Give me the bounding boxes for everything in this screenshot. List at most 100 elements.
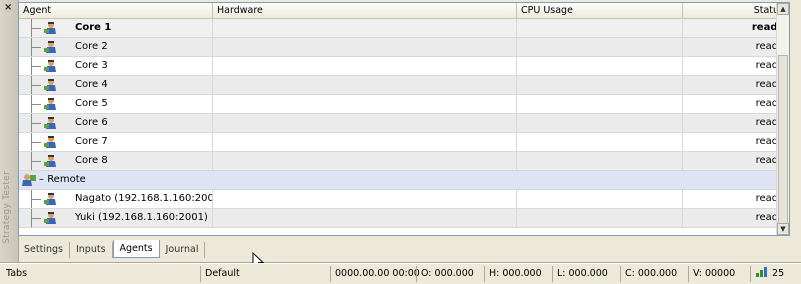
agent-icon bbox=[43, 135, 57, 149]
agent-icon bbox=[43, 78, 57, 92]
agent-icon bbox=[43, 154, 57, 168]
agent-cell: Core 6 bbox=[19, 114, 213, 132]
status-cell: ready bbox=[683, 133, 789, 151]
tab-settings[interactable]: Settings bbox=[18, 242, 70, 258]
connection-value: 25 bbox=[772, 268, 785, 279]
agent-name: Core 3 bbox=[75, 60, 108, 71]
column-header-cpu-usage[interactable]: CPU Usage bbox=[517, 3, 683, 18]
agent-name: Core 8 bbox=[75, 155, 108, 166]
hardware-cell bbox=[213, 190, 517, 208]
hardware-cell bbox=[213, 38, 517, 56]
agent-row[interactable]: Core 1 ready bbox=[19, 19, 789, 38]
hardware-cell bbox=[213, 152, 517, 170]
hardware-cell bbox=[213, 133, 517, 151]
agent-cell: Core 2 bbox=[19, 38, 213, 56]
agent-name: Nagato (192.168.1.160:2000) bbox=[75, 193, 213, 204]
agent-row[interactable]: Core 5 ready bbox=[19, 95, 789, 114]
agent-name: Core 7 bbox=[75, 136, 108, 147]
agent-cell: Nagato (192.168.1.160:2000) bbox=[19, 190, 213, 208]
status-connection: 25 bbox=[750, 266, 800, 282]
agent-name: Yuki (192.168.1.160:2001) bbox=[75, 212, 208, 223]
status-cell: ready bbox=[683, 38, 789, 56]
agent-row[interactable]: Core 4 ready bbox=[19, 76, 789, 95]
collapse-icon[interactable]: – bbox=[39, 174, 44, 185]
status-cell: ready bbox=[683, 76, 789, 94]
agent-row[interactable]: Core 7 ready bbox=[19, 133, 789, 152]
group-label: Remote bbox=[47, 174, 86, 185]
status-cell: ready bbox=[683, 152, 789, 170]
status-left: Tabs bbox=[6, 268, 28, 279]
group-name: – Remote bbox=[39, 171, 86, 189]
agent-icon bbox=[43, 97, 57, 111]
agent-icon bbox=[43, 192, 57, 206]
agent-name: Core 5 bbox=[75, 98, 108, 109]
status-cell: ready bbox=[683, 190, 789, 208]
hardware-cell bbox=[213, 95, 517, 113]
remote-group-icon bbox=[21, 173, 37, 187]
column-header-status[interactable]: Status bbox=[683, 3, 789, 18]
status-bar: Tabs Default 0000.00.00 00:00 O: 000.000… bbox=[0, 263, 801, 284]
group-row-remote[interactable]: – Remote bbox=[19, 171, 789, 190]
agent-cell: Core 4 bbox=[19, 76, 213, 94]
connection-icon bbox=[756, 267, 767, 277]
status-cell: ready bbox=[683, 95, 789, 113]
tab-journal[interactable]: Journal bbox=[160, 242, 206, 258]
strategy-tester-panel: × Strategy Tester Agent Hardware CPU Usa… bbox=[0, 0, 801, 263]
scrollbar-thumb[interactable] bbox=[778, 55, 788, 225]
agent-name: Core 1 bbox=[75, 22, 112, 33]
remote-agent-row[interactable]: Nagato (192.168.1.160:2000) ready bbox=[19, 190, 789, 209]
agent-cell: Core 3 bbox=[19, 57, 213, 75]
agent-name: Core 4 bbox=[75, 79, 108, 90]
cpu-usage-cell bbox=[517, 95, 683, 113]
vertical-scrollbar[interactable]: ▲ ▼ bbox=[776, 3, 789, 235]
agent-cell: Core 5 bbox=[19, 95, 213, 113]
status-high: H: 000.000 bbox=[484, 266, 550, 282]
agent-icon bbox=[43, 116, 57, 130]
remote-agent-row[interactable]: Yuki (192.168.1.160:2001) ready bbox=[19, 209, 789, 228]
cpu-usage-cell bbox=[517, 19, 683, 37]
cpu-usage-cell bbox=[517, 76, 683, 94]
hardware-cell bbox=[213, 57, 517, 75]
cpu-usage-cell bbox=[517, 190, 683, 208]
cpu-usage-cell bbox=[517, 38, 683, 56]
agent-cell: Yuki (192.168.1.160:2001) bbox=[19, 209, 213, 227]
agent-cell: Core 7 bbox=[19, 133, 213, 151]
column-header-agent[interactable]: Agent bbox=[19, 3, 213, 18]
cpu-usage-cell bbox=[517, 114, 683, 132]
agent-row[interactable]: Core 3 ready bbox=[19, 57, 789, 76]
hardware-cell bbox=[213, 19, 517, 37]
agents-grid: Agent Hardware CPU Usage Status Core 1 re… bbox=[18, 2, 790, 236]
column-header-hardware[interactable]: Hardware bbox=[213, 3, 517, 18]
status-close: C: 000.000 bbox=[620, 266, 686, 282]
status-low: L: 000.000 bbox=[552, 266, 618, 282]
agent-row[interactable]: Core 8 ready bbox=[19, 152, 789, 171]
scroll-down-icon[interactable]: ▼ bbox=[777, 223, 789, 235]
status-cell: ready bbox=[683, 114, 789, 132]
hardware-cell bbox=[213, 209, 517, 227]
agent-icon bbox=[43, 211, 57, 225]
tab-inputs[interactable]: Inputs bbox=[70, 242, 113, 258]
status-cell: ready bbox=[683, 57, 789, 75]
panel-side-title: Strategy Tester bbox=[2, 171, 12, 244]
status-profile: Default bbox=[200, 266, 326, 282]
agent-name: Core 6 bbox=[75, 117, 108, 128]
hardware-cell bbox=[213, 114, 517, 132]
agent-icon bbox=[43, 59, 57, 73]
scroll-up-icon[interactable]: ▲ bbox=[777, 3, 789, 15]
grid-header: Agent Hardware CPU Usage Status bbox=[19, 3, 789, 19]
cpu-usage-cell bbox=[517, 133, 683, 151]
agent-name: Core 2 bbox=[75, 41, 108, 52]
agent-cell: Core 1 bbox=[19, 19, 213, 37]
agent-icon bbox=[43, 21, 57, 35]
tab-agents[interactable]: Agents bbox=[112, 240, 160, 258]
agent-row[interactable]: Core 2 ready bbox=[19, 38, 789, 57]
status-cell: ready bbox=[683, 209, 789, 227]
agent-icon bbox=[43, 40, 57, 54]
agent-row[interactable]: Core 6 ready bbox=[19, 114, 789, 133]
cpu-usage-cell bbox=[517, 209, 683, 227]
close-icon[interactable]: × bbox=[4, 2, 12, 13]
cpu-usage-cell bbox=[517, 152, 683, 170]
agent-cell: Core 8 bbox=[19, 152, 213, 170]
group-cell: – Remote bbox=[19, 171, 789, 189]
status-volume: V: 00000 bbox=[688, 266, 748, 282]
